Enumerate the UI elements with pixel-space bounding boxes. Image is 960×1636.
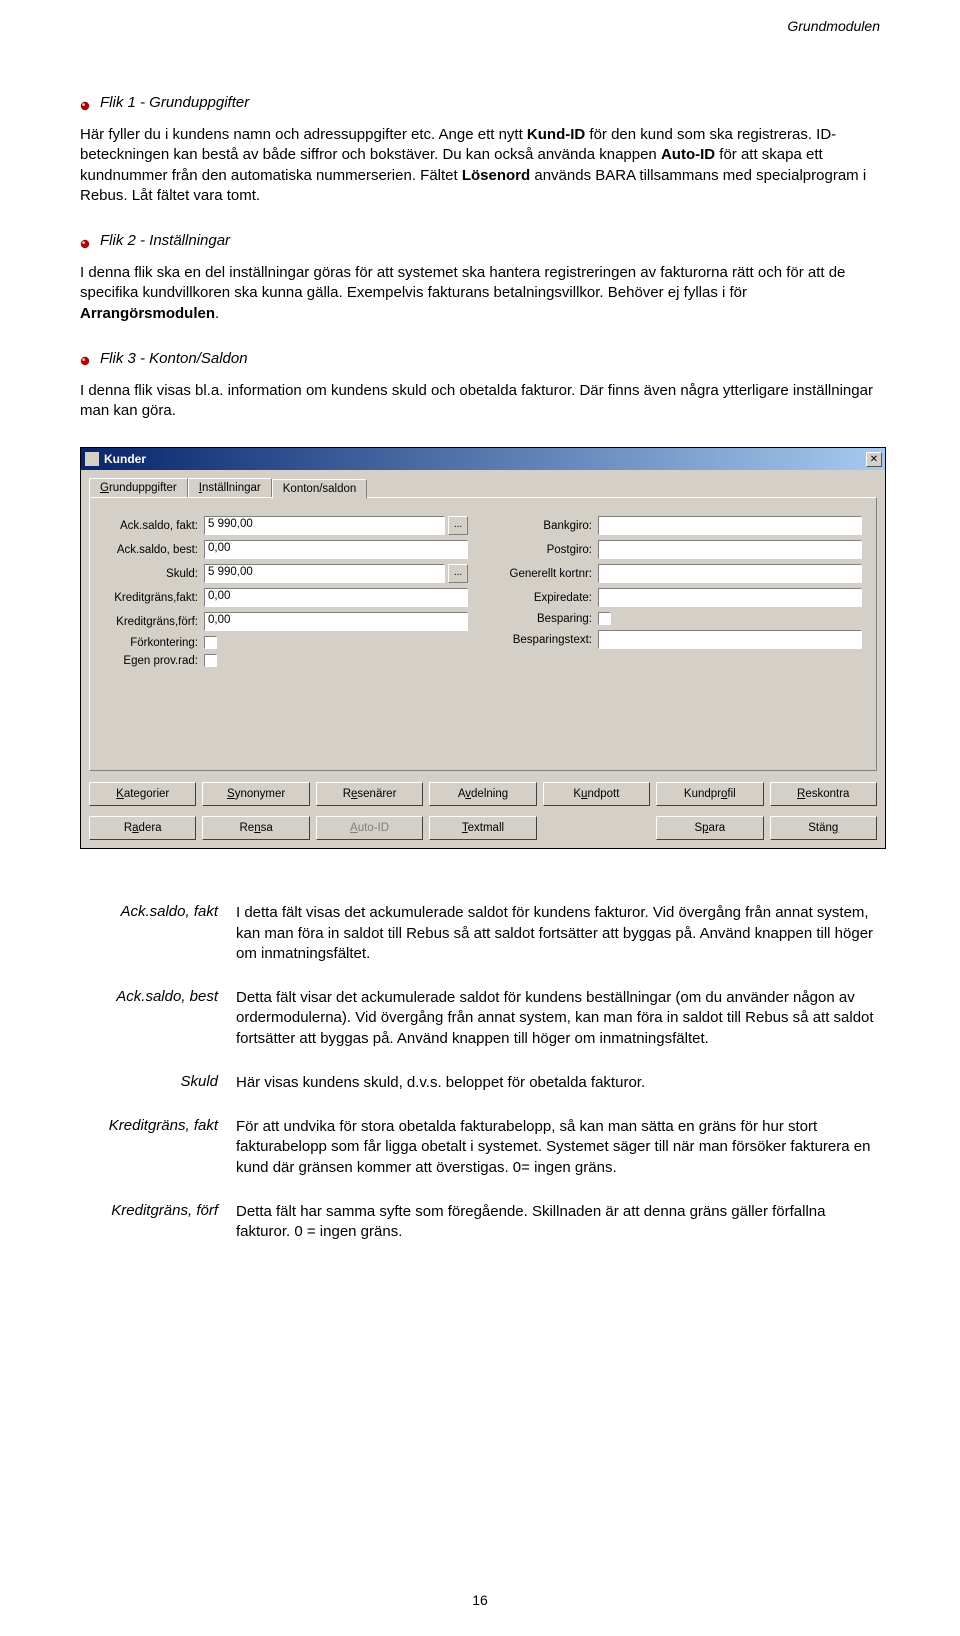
bullet-icon bbox=[80, 353, 90, 363]
def-body: För att undvika för stora obetalda faktu… bbox=[236, 1117, 880, 1178]
input-besp-text[interactable] bbox=[598, 630, 862, 649]
input-kred-fakt[interactable]: 0,00 bbox=[204, 588, 468, 607]
picker-ack-fakt[interactable]: ... bbox=[448, 516, 468, 535]
def-label: Kreditgräns, fakt bbox=[80, 1117, 236, 1178]
input-ack-fakt[interactable]: 5 990,00 bbox=[204, 516, 445, 535]
flik2-para: I denna flik ska en del inställningar gö… bbox=[80, 263, 880, 324]
flik2-title: Flik 2 - Inställningar bbox=[100, 232, 230, 249]
kunder-window: Kunder ✕ Grunduppgifter Inställningar Ko… bbox=[80, 447, 886, 849]
input-expiredate[interactable] bbox=[598, 588, 862, 607]
tab-panel: Ack.saldo, fakt: 5 990,00 ... Ack.saldo,… bbox=[89, 497, 877, 771]
input-bankgiro[interactable] bbox=[598, 516, 862, 535]
flik3-heading: Flik 3 - Konton/Saldon bbox=[80, 350, 880, 367]
tab-konton-saldon[interactable]: Konton/saldon bbox=[272, 479, 368, 499]
label-ack-best: Ack.saldo, best: bbox=[104, 544, 204, 556]
def-label: Ack.saldo, fakt bbox=[80, 903, 236, 964]
def-ack-fakt: Ack.saldo, fakt I detta fält visas det a… bbox=[80, 903, 880, 964]
button-row-1: Kategorier Synonymer Resenärer Avdelning… bbox=[89, 782, 877, 806]
label-expiredate: Expiredate: bbox=[498, 592, 598, 604]
def-body: Detta fält visar det ackumulerade saldot… bbox=[236, 988, 880, 1049]
flik1-heading: Flik 1 - Grunduppgifter bbox=[80, 94, 880, 111]
section-flik2: Flik 2 - Inställningar I denna flik ska … bbox=[80, 232, 880, 324]
input-postgiro[interactable] bbox=[598, 540, 862, 559]
label-besp-text: Besparingstext: bbox=[498, 634, 598, 646]
label-egen-prov: Egen prov.rad: bbox=[104, 655, 204, 667]
label-besparing: Besparing: bbox=[498, 613, 598, 625]
label-ack-fakt: Ack.saldo, fakt: bbox=[104, 520, 204, 532]
def-label: Kreditgräns, förf bbox=[80, 1202, 236, 1243]
flik3-para: I denna flik visas bl.a. information om … bbox=[80, 381, 880, 422]
def-skuld: Skuld Här visas kundens skuld, d.v.s. be… bbox=[80, 1073, 880, 1093]
def-kred-fakt: Kreditgräns, fakt För att undvika för st… bbox=[80, 1117, 880, 1178]
window-title: Kunder bbox=[104, 452, 146, 466]
kundprofil-button[interactable]: Kundprofil bbox=[656, 782, 763, 806]
synonymer-button[interactable]: Synonymer bbox=[202, 782, 309, 806]
flik2-heading: Flik 2 - Inställningar bbox=[80, 232, 880, 249]
bullet-icon bbox=[80, 236, 90, 246]
label-gen-kort: Generellt kortnr: bbox=[498, 568, 598, 580]
label-skuld: Skuld: bbox=[104, 568, 204, 580]
kundpott-button[interactable]: Kundpott bbox=[543, 782, 650, 806]
label-postgiro: Postgiro: bbox=[498, 544, 598, 556]
avdelning-button[interactable]: Avdelning bbox=[429, 782, 536, 806]
kategorier-button[interactable]: Kategorier bbox=[89, 782, 196, 806]
input-ack-best[interactable]: 0,00 bbox=[204, 540, 468, 559]
section-flik3: Flik 3 - Konton/Saldon I denna flik visa… bbox=[80, 350, 880, 422]
window-icon bbox=[85, 452, 99, 466]
flik3-title: Flik 3 - Konton/Saldon bbox=[100, 350, 248, 367]
flik1-para: Här fyller du i kundens namn och adressu… bbox=[80, 125, 880, 206]
def-body: Här visas kundens skuld, d.v.s. beloppet… bbox=[236, 1073, 880, 1093]
checkbox-egen-prov[interactable] bbox=[204, 654, 217, 667]
textmall-button[interactable]: Textmall bbox=[429, 816, 536, 840]
def-ack-best: Ack.saldo, best Detta fält visar det ack… bbox=[80, 988, 880, 1049]
tab-grunduppgifter[interactable]: Grunduppgifter bbox=[89, 478, 188, 498]
checkbox-forkontering[interactable] bbox=[204, 636, 217, 649]
def-kred-forf: Kreditgräns, förf Detta fält har samma s… bbox=[80, 1202, 880, 1243]
page-number: 16 bbox=[0, 1592, 960, 1608]
tabbar: Grunduppgifter Inställningar Konton/sald… bbox=[89, 478, 877, 498]
label-forkont: Förkontering: bbox=[104, 637, 204, 649]
def-label: Ack.saldo, best bbox=[80, 988, 236, 1049]
stang-button[interactable]: Stäng bbox=[770, 816, 877, 840]
radera-button[interactable]: Radera bbox=[89, 816, 196, 840]
close-button[interactable]: ✕ bbox=[866, 452, 882, 467]
def-body: I detta fält visas det ackumulerade sald… bbox=[236, 903, 880, 964]
def-body: Detta fält har samma syfte som föregåend… bbox=[236, 1202, 880, 1243]
label-kred-fakt: Kreditgräns,fakt: bbox=[104, 592, 204, 604]
bullet-icon bbox=[80, 98, 90, 108]
label-bankgiro: Bankgiro: bbox=[498, 520, 598, 532]
def-label: Skuld bbox=[80, 1073, 236, 1093]
reskontra-button[interactable]: Reskontra bbox=[770, 782, 877, 806]
spara-button[interactable]: Spara bbox=[656, 816, 763, 840]
input-skuld[interactable]: 5 990,00 bbox=[204, 564, 445, 583]
section-flik1: Flik 1 - Grunduppgifter Här fyller du i … bbox=[80, 94, 880, 206]
checkbox-besparing[interactable] bbox=[598, 612, 611, 625]
button-row-2: Radera Rensa Auto-ID Textmall . Spara St… bbox=[89, 816, 877, 840]
titlebar: Kunder ✕ bbox=[81, 448, 885, 470]
input-gen-kort[interactable] bbox=[598, 564, 862, 583]
flik1-title: Flik 1 - Grunduppgifter bbox=[100, 94, 249, 111]
tab-installningar[interactable]: Inställningar bbox=[188, 478, 272, 498]
input-kred-forf[interactable]: 0,00 bbox=[204, 612, 468, 631]
picker-skuld[interactable]: ... bbox=[448, 564, 468, 583]
resenarer-button[interactable]: Resenärer bbox=[316, 782, 423, 806]
autoid-button: Auto-ID bbox=[316, 816, 423, 840]
page-header: Grundmodulen bbox=[0, 0, 960, 34]
label-kred-forf: Kreditgräns,förf: bbox=[104, 616, 204, 628]
rensa-button[interactable]: Rensa bbox=[202, 816, 309, 840]
definitions: Ack.saldo, fakt I detta fält visas det a… bbox=[80, 903, 880, 1242]
